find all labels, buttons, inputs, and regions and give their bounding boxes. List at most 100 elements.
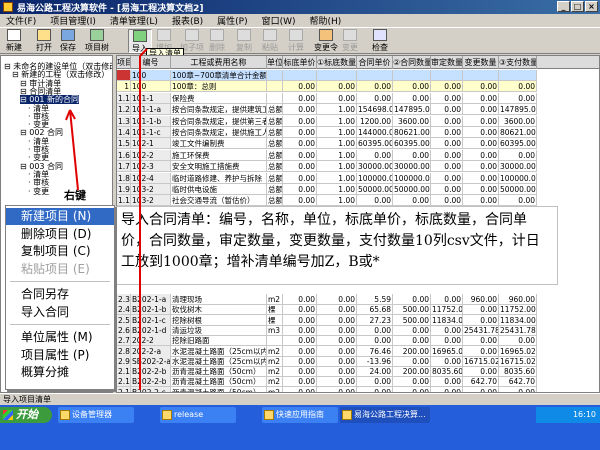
table-cell[interactable]: 0.00 [499, 195, 537, 207]
new-button[interactable]: 新建 [2, 29, 26, 53]
table-cell[interactable]: 102-3 [131, 161, 171, 173]
table-cell[interactable] [267, 70, 283, 81]
table-cell[interactable]: 0.00 [463, 127, 499, 138]
table-cell[interactable]: 50000.00 [499, 184, 537, 195]
table-cell[interactable]: 总额 [267, 104, 283, 116]
table-cell[interactable]: 总额 [267, 127, 283, 138]
table-cell[interactable]: 0.00 [283, 81, 317, 93]
table-cell[interactable]: 0.00 [463, 184, 499, 195]
table-cell[interactable]: 0.00 [431, 127, 463, 138]
table-cell[interactable]: 103-2 [131, 184, 171, 195]
table-cell[interactable]: 0.00 [317, 92, 357, 104]
check-button[interactable]: 检查 [368, 29, 392, 53]
table-cell[interactable]: 临时道路修建、养护与拆除 [171, 172, 267, 184]
table-cell[interactable]: 1.00 [317, 184, 357, 195]
table-cell[interactable]: 1.5 [117, 138, 131, 150]
table-cell[interactable]: 总额 [267, 161, 283, 173]
table-cell[interactable]: 0.00 [283, 92, 317, 104]
menu-item-5[interactable]: 窗口(W) [260, 14, 298, 27]
taskbar-task-0[interactable]: 设备管理器 [58, 407, 134, 423]
save-button[interactable]: 保存 [56, 29, 80, 53]
table-cell[interactable]: 1 [117, 81, 131, 93]
project-tree-button[interactable]: 项目树 [84, 29, 110, 53]
table-cell[interactable]: 0.00 [431, 104, 463, 116]
table-cell[interactable]: 102-1 [131, 138, 171, 150]
table-row[interactable]: 100 100章~700章清单合计金额 [117, 70, 599, 81]
table-cell[interactable]: 1.8 [117, 172, 131, 184]
table-cell[interactable]: 1.00 [317, 115, 357, 127]
table-cell[interactable]: 101-1-b [131, 115, 171, 127]
table-cell[interactable]: 100 [131, 70, 171, 81]
copy-button[interactable]: 复制 [232, 29, 256, 53]
table-cell[interactable]: 0.00 [393, 195, 431, 207]
column-header[interactable]: 项目号 [117, 56, 131, 69]
paste-button[interactable]: 粘贴 [258, 29, 282, 53]
table-cell[interactable]: 103-2 [131, 195, 171, 207]
calc-button[interactable]: 计算 [284, 29, 308, 53]
table-cell[interactable]: 0.00 [283, 127, 317, 138]
table-cell[interactable]: 0.00 [393, 149, 431, 161]
table-cell[interactable] [267, 92, 283, 104]
table-row[interactable]: 1.5 102-1 竣工文件编制费 总额 0.00 1.00 60395.00 60395.0… [117, 138, 599, 150]
change-sheet-button[interactable]: 变更令 [314, 29, 338, 53]
table-cell[interactable]: 0.00 [357, 92, 393, 104]
table-row[interactable]: 1.6 102-2 施工环保费 总额 0.00 1.00 0.00 0.00 0.00 0.00 0… [117, 149, 599, 161]
table-row[interactable]: 1.1 101-1 保险费 0.00 0.00 0.00 0.00 0.00 0.00 0.00 [117, 92, 599, 104]
table-cell[interactable]: 0.00 [431, 92, 463, 104]
table-cell[interactable] [463, 70, 499, 81]
table-cell[interactable]: 1.00 [317, 138, 357, 150]
table-row[interactable]: 1.10103-2社会交通导流（暂估价）总额0.001.000.000.000.… [117, 195, 599, 207]
table-cell[interactable]: 总额 [267, 184, 283, 195]
context-item-0[interactable]: 新建项目 (N) [6, 208, 114, 225]
table-cell[interactable]: 0.00 [463, 104, 499, 116]
taskbar-task-1[interactable]: release [160, 407, 236, 423]
tree-node[interactable]: · 变更 [28, 187, 49, 196]
table-row[interactable]: 1.9 103-2 临时供电设施 总额 0.00 1.00 50000.00 50000.00… [117, 184, 599, 195]
table-cell[interactable]: 100章~700章清单合计金额 [171, 70, 267, 81]
table-cell[interactable]: 0.00 [431, 81, 463, 93]
column-header[interactable]: 标底单价 [283, 56, 317, 69]
table-cell[interactable]: 1.10 [117, 195, 131, 207]
table-cell[interactable]: 0.00 [431, 115, 463, 127]
context-item-9[interactable]: 项目属性 (P) [6, 347, 114, 364]
table-cell[interactable]: 0.00 [283, 138, 317, 150]
table-cell[interactable]: 101-1 [131, 92, 171, 104]
taskbar-task-3[interactable]: 易海公路工程决算... [340, 407, 430, 423]
table-cell[interactable]: 0.00 [499, 149, 537, 161]
table-cell[interactable]: 安全文明施工措施费 [171, 161, 267, 173]
table-cell[interactable]: 147895.00 [393, 104, 431, 116]
table-cell[interactable]: 1.6 [117, 149, 131, 161]
table-cell[interactable]: 80621.00 [393, 127, 431, 138]
table-cell[interactable]: 154698.00 [357, 104, 393, 116]
table-cell[interactable]: 施工环保费 [171, 149, 267, 161]
table-cell[interactable]: 1.00 [317, 149, 357, 161]
table-cell[interactable]: 144000.00 [357, 127, 393, 138]
column-header[interactable]: 单位 [267, 56, 283, 69]
table-cell[interactable]: 50000.00 [357, 184, 393, 195]
column-header[interactable]: 变更数量 [463, 56, 499, 69]
table-cell[interactable]: 0.00 [463, 195, 499, 207]
table-cell[interactable]: 0.00 [499, 81, 537, 93]
menu-item-4[interactable]: 属性(P) [215, 14, 249, 27]
context-item-8[interactable]: 单位属性 (M) [6, 329, 114, 346]
table-cell[interactable]: 1.4 [117, 127, 131, 138]
table-cell[interactable]: 0.00 [463, 161, 499, 173]
context-item-2[interactable]: 复制项目 (C) [6, 243, 114, 260]
table-cell[interactable]: 102-4 [131, 172, 171, 184]
table-row[interactable]: 1.4101-1-c按合同条款规定，提供施工人员意外伤害保险总额0.001.00… [117, 127, 599, 138]
table-cell[interactable]: 1.3 [117, 115, 131, 127]
table-cell[interactable]: 80621.00 [499, 127, 537, 138]
delete-button[interactable]: 删除 [205, 29, 229, 53]
table-cell[interactable]: 30000.00 [357, 161, 393, 173]
close-button[interactable]: × [585, 1, 598, 12]
context-item-5[interactable]: 合同另存 [6, 286, 114, 303]
open-button[interactable]: 打开 [32, 29, 56, 53]
table-cell[interactable]: 总额 [267, 172, 283, 184]
table-cell[interactable]: 1.00 [317, 104, 357, 116]
table-cell[interactable]: 0.00 [463, 138, 499, 150]
table-cell[interactable]: 0.00 [283, 195, 317, 207]
menu-item-1[interactable]: 项目管理(I) [48, 14, 98, 27]
table-cell[interactable]: 1200.00 [357, 115, 393, 127]
table-cell[interactable]: 0.00 [431, 149, 463, 161]
table-cell[interactable] [283, 70, 317, 81]
